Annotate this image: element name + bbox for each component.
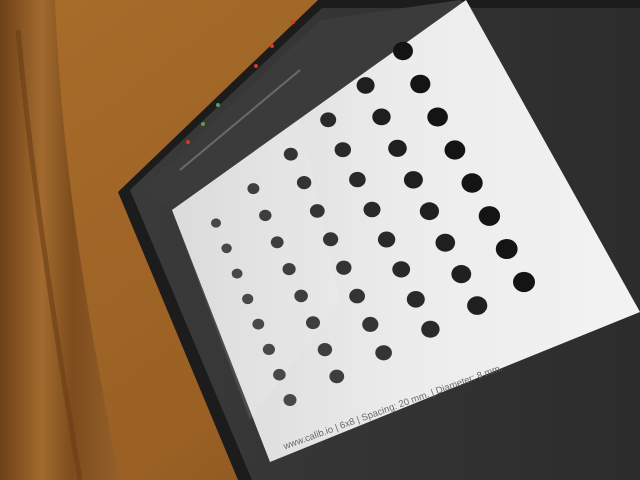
calibration-dot (478, 206, 501, 226)
tab-indicator-icon (216, 103, 220, 107)
calibration-dot (270, 236, 284, 249)
calibration-dot (392, 261, 411, 278)
calibration-dot (393, 41, 413, 61)
calibration-dot (349, 171, 366, 188)
calibration-dot (259, 209, 272, 222)
calibration-dot (211, 218, 221, 228)
calibration-dot (362, 316, 379, 332)
calibration-dot (273, 368, 286, 381)
calibration-dot (294, 289, 308, 303)
calibration-dot (349, 288, 365, 304)
calibration-dot (513, 271, 535, 293)
tab-indicator-icon (270, 44, 274, 48)
calibration-dot (262, 343, 275, 355)
calibration-dot (282, 263, 296, 276)
calibration-dot (242, 293, 254, 305)
calibration-dot (283, 394, 297, 406)
calibration-dot (406, 291, 425, 308)
calibration-dot (221, 243, 232, 254)
calibration-dot (372, 108, 391, 126)
calibration-dot (309, 204, 325, 218)
calibration-dot (247, 183, 260, 195)
calibration-dot (231, 268, 243, 279)
calibration-dot (356, 77, 375, 94)
calibration-dot (467, 296, 488, 315)
tab-indicator-icon (290, 19, 296, 25)
calibration-dot (461, 173, 483, 193)
calibration-dot (323, 232, 339, 247)
calibration-dot (336, 260, 352, 275)
calibration-dot (435, 233, 456, 252)
calibration-dot (421, 320, 440, 338)
calibration-dot (329, 369, 345, 384)
calibration-dot (451, 265, 472, 284)
calibration-dot (410, 74, 431, 94)
calibration-dot (252, 318, 265, 330)
calibration-dot (306, 316, 320, 330)
calibration-dot (296, 176, 312, 190)
calibration-dot (444, 140, 466, 160)
tab-indicator-icon (254, 64, 258, 68)
calibration-dot (283, 147, 298, 161)
calibration-dot (419, 202, 439, 221)
calibration-dot (377, 231, 396, 248)
photo-scene (0, 0, 640, 480)
calibration-dot (403, 171, 423, 189)
calibration-dot (375, 345, 392, 361)
calibration-dot (363, 201, 381, 218)
calibration-dot (334, 142, 351, 158)
calibration-dot (317, 343, 333, 357)
calibration-dot (388, 139, 407, 157)
calibration-dot (427, 107, 448, 127)
calibration-dot (495, 239, 518, 259)
calibration-dot (320, 112, 337, 128)
tab-indicator-icon (201, 122, 205, 126)
tab-indicator-icon (186, 140, 190, 144)
